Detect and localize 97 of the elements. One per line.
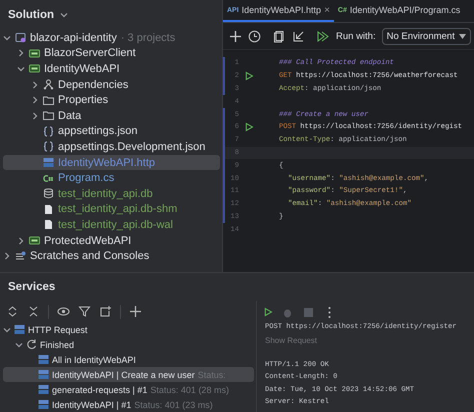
- api-file-icon: [38, 354, 49, 366]
- item-label: IdentityWebAPI | #1: [52, 400, 132, 410]
- refresh-icon: [26, 339, 37, 350]
- add-icon[interactable]: [129, 305, 142, 318]
- panel-title: Solution: [8, 9, 54, 21]
- solution-icon: [15, 32, 26, 44]
- item-label: IdentityWebAPI | Create a new user: [52, 370, 195, 380]
- item-label: appsettings.Development.json: [58, 140, 206, 153]
- api-file-icon: [14, 324, 25, 336]
- close-icon[interactable]: ×: [324, 4, 330, 16]
- run-all-icon[interactable]: [317, 30, 330, 42]
- panel-title: Services: [8, 281, 56, 293]
- item-label: test_identity_api.db-wal: [58, 218, 173, 231]
- item-label: Data: [58, 110, 82, 122]
- item-label: Scratches and Consoles: [30, 250, 150, 262]
- item-label: test_identity_api.db: [58, 188, 153, 200]
- chevron-down-icon[interactable]: [17, 64, 25, 73]
- tree-item[interactable]: appsettings.Development.json: [3, 139, 220, 155]
- tree-item[interactable]: test_identity_api.db: [3, 186, 220, 202]
- item-label: Finished: [40, 340, 74, 350]
- project-icon: [29, 48, 40, 59]
- tree-item[interactable]: Dependencies: [3, 76, 220, 92]
- braces-icon: [43, 141, 54, 152]
- item-label: ProtectedWebAPI: [44, 234, 132, 247]
- status-text: Status: 401 (23 ms): [134, 400, 213, 410]
- tab-label: IdentityWebAPI.http: [242, 5, 322, 15]
- chevron-right-icon[interactable]: [3, 252, 11, 260]
- api-file-icon: [38, 399, 49, 410]
- eye-icon[interactable]: [57, 305, 70, 318]
- csharp-icon: [43, 172, 54, 184]
- tree-item[interactable]: BlazorServerClient: [3, 46, 220, 62]
- item-label: HTTP Request: [28, 324, 88, 335]
- folder-icon: [43, 94, 54, 106]
- add-icon[interactable]: [229, 30, 242, 42]
- chevron-right-icon[interactable]: [31, 80, 39, 89]
- file-icon: [43, 219, 54, 230]
- scratches-icon: [15, 250, 26, 262]
- collapse-all-icon[interactable]: [27, 305, 40, 318]
- import-icon[interactable]: [292, 30, 305, 42]
- tab-label: IdentityWebAPI/Program.cs: [350, 5, 460, 15]
- run-icon[interactable]: [244, 71, 254, 82]
- chevron-down-icon[interactable]: [60, 11, 68, 19]
- item-label: Program.cs: [58, 172, 114, 184]
- project-icon: [29, 63, 40, 74]
- braces-icon: [43, 126, 54, 137]
- item-label: BlazorServerClient: [44, 47, 136, 60]
- tree-item[interactable]: appsettings.json: [3, 124, 220, 140]
- item-label: appsettings.json: [58, 125, 138, 138]
- environment-select[interactable]: No Environment: [382, 28, 471, 44]
- chevron-down-icon[interactable]: [3, 326, 11, 334]
- run-icon[interactable]: [263, 307, 273, 317]
- item-label: All in IdentityWebAPI: [52, 354, 136, 365]
- chevron-right-icon[interactable]: [17, 236, 25, 245]
- folder-icon: [43, 110, 54, 122]
- expand-all-icon[interactable]: [6, 305, 19, 318]
- item-label: blazor-api-identity: [30, 32, 117, 44]
- item-label: generated-requests | #1: [52, 384, 148, 395]
- tree-item[interactable]: blazor-api-identity · 3 projects: [3, 30, 220, 46]
- api-file-icon: [43, 157, 54, 168]
- tree-item[interactable]: HTTP Request: [3, 322, 254, 338]
- file-icon: [43, 204, 54, 215]
- chevron-right-icon[interactable]: [31, 112, 39, 120]
- new-tab-icon[interactable]: [99, 305, 112, 318]
- dependencies-icon: [43, 79, 54, 90]
- item-label: Properties: [58, 94, 108, 106]
- tree-item[interactable]: Program.cs: [3, 170, 220, 186]
- item-label: IdentityWebAPI.http: [58, 156, 156, 169]
- status-text: Status: 401 (28 ms): [150, 384, 229, 395]
- tree-item[interactable]: All in IdentityWebAPI: [3, 352, 254, 368]
- chevron-down-icon[interactable]: [15, 340, 23, 349]
- tree-item[interactable]: test_identity_api.db-wal: [3, 217, 220, 233]
- tree-item[interactable]: IdentityWebAPI | #1 Status: 401 (23 ms): [3, 397, 254, 412]
- tree-item[interactable]: Scratches and Consoles: [3, 248, 220, 264]
- clock-icon[interactable]: [248, 30, 261, 42]
- item-label: Dependencies: [58, 78, 128, 91]
- project-icon: [29, 235, 40, 246]
- copy-icon[interactable]: [273, 30, 286, 42]
- filter-icon[interactable]: [78, 305, 91, 318]
- chevron-right-icon[interactable]: [31, 96, 39, 104]
- tree-item[interactable]: generated-requests | #1 Status: 401 (28 ms): [3, 382, 254, 398]
- chevron-down-icon[interactable]: [3, 34, 11, 42]
- tree-item[interactable]: test_identity_api.db-shm: [3, 202, 220, 218]
- tree-item[interactable]: Properties: [3, 92, 220, 108]
- tree-item[interactable]: Finished: [3, 337, 254, 352]
- run-icon[interactable]: [244, 122, 254, 132]
- database-icon: [43, 188, 54, 200]
- tree-item[interactable]: ProtectedWebAPI: [3, 232, 220, 248]
- chevron-right-icon[interactable]: [17, 49, 25, 58]
- tree-item[interactable]: Data: [3, 108, 220, 124]
- tree-item[interactable]: IdentityWebAPI: [3, 61, 220, 77]
- item-label: test_identity_api.db-shm: [58, 203, 178, 216]
- item-label: IdentityWebAPI: [44, 62, 120, 75]
- run-with-label: Run with:: [336, 30, 376, 42]
- dropdown-caret-icon: [458, 34, 466, 38]
- api-file-icon: [38, 369, 49, 380]
- api-file-icon: [38, 384, 49, 396]
- item-note: · 3 projects: [120, 32, 176, 44]
